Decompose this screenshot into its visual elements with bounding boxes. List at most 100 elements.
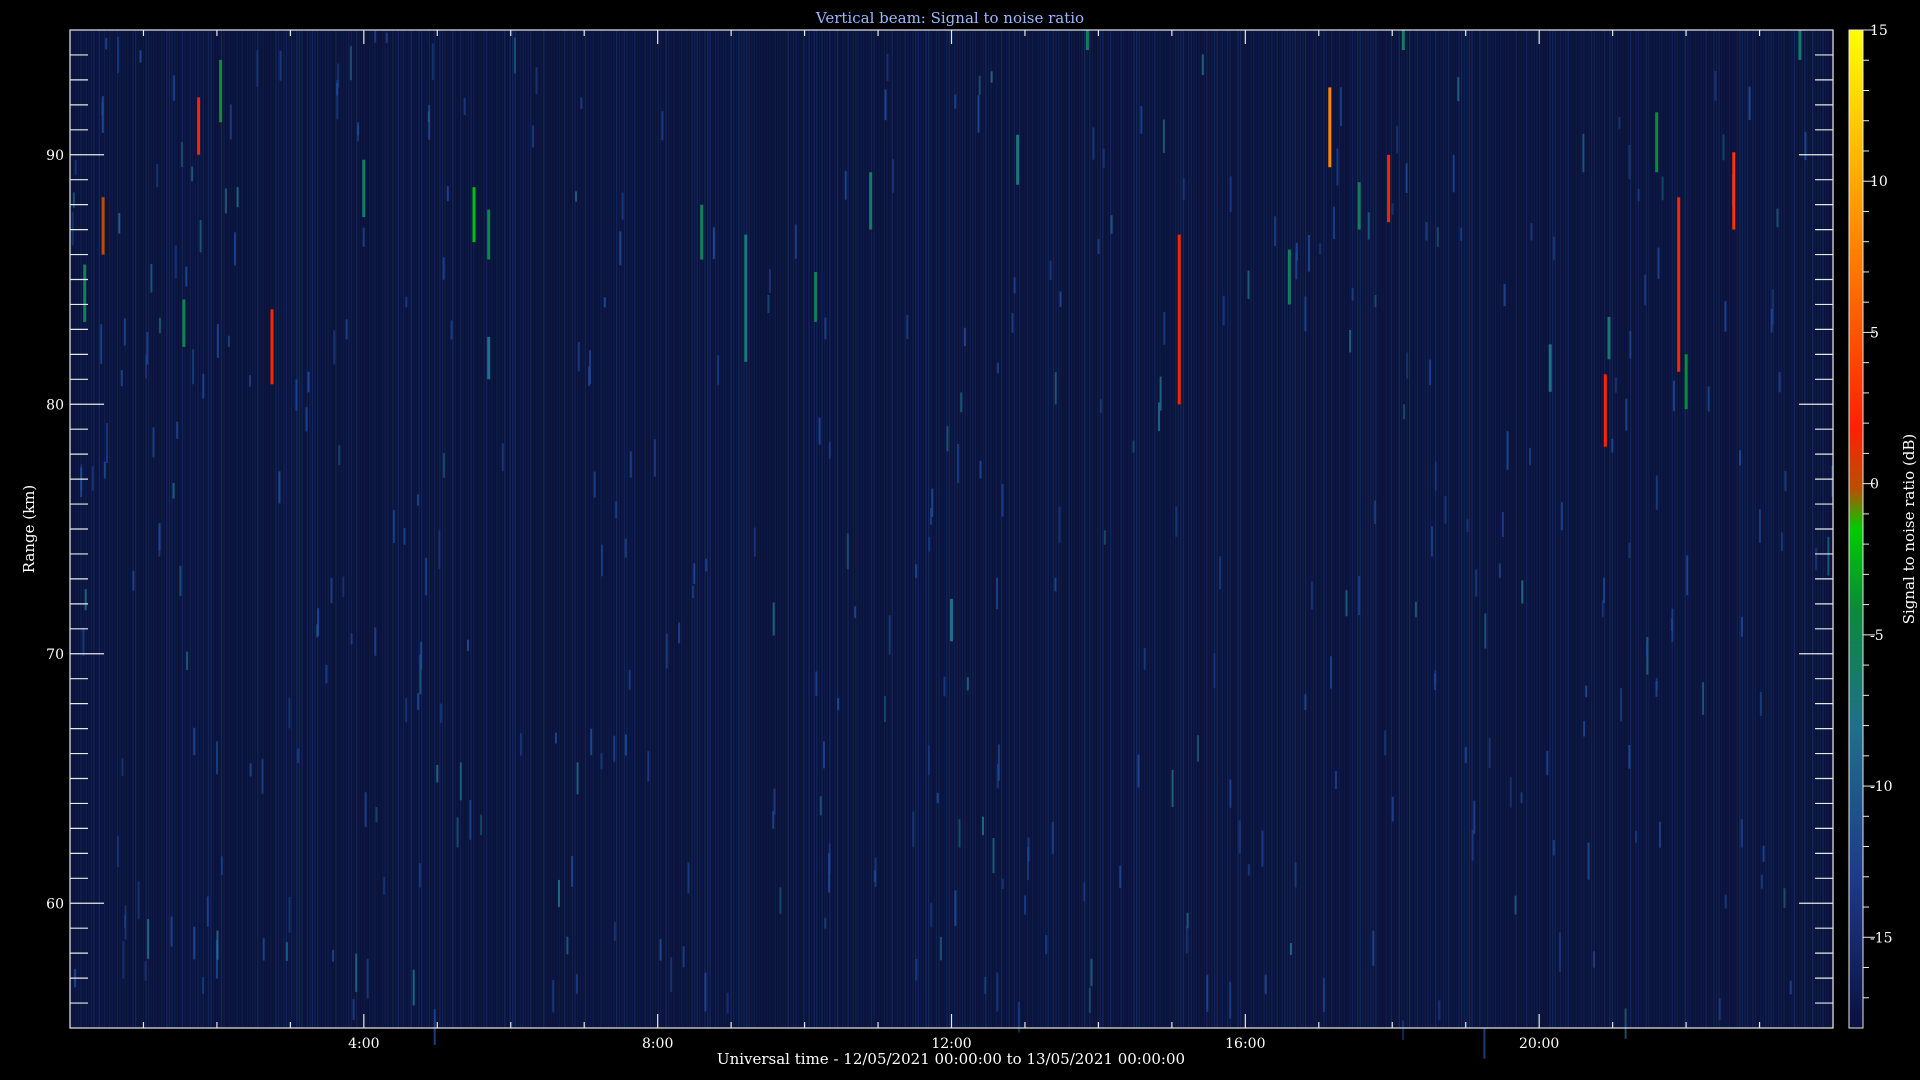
noise-stripe [135,30,137,1028]
noise-speck [726,992,729,1014]
noise-speck [100,324,103,364]
noise-speck [624,734,627,756]
noise-stripe [174,30,176,1028]
noise-speck [186,651,189,670]
noise-speck [659,939,662,961]
noise-stripe [1362,30,1364,1028]
noise-speck [1182,178,1185,201]
noise-stripe [1643,30,1645,1028]
noise-stripe [881,30,883,1028]
noise-stripe [1549,30,1551,1028]
noise-stripe [587,30,589,1028]
noise-stripe [915,30,917,1028]
noise-speck [1013,277,1016,294]
noise-stripe [1513,30,1515,1028]
noise-stripe [1024,30,1026,1028]
noise-stripe [272,30,275,1028]
noise-stripe [96,30,98,1028]
noise-speck [345,319,348,340]
noise-stripe [249,30,251,1028]
noise-speck [1514,895,1517,915]
noise-stripe [691,30,693,1028]
noise-stripe [356,30,358,1028]
noise-speck [374,30,377,43]
noise-stripe [938,30,940,1028]
noise-stripe [447,30,449,1028]
noise-stripe [1773,30,1775,1028]
noise-stripe [1325,30,1328,1028]
noise-speck [480,814,483,836]
noise-stripe [662,30,665,1028]
colorbar-gradient [1848,29,1864,1029]
noise-stripe [834,30,836,1028]
noise-speck [234,232,236,266]
noise-stripe [717,30,719,1028]
noise-stripe [1341,30,1343,1028]
noise-stripe [1674,30,1676,1028]
noise-stripe [631,30,633,1028]
noise-stripe [1359,30,1361,1028]
noise-speck [1546,750,1549,776]
noise-stripe [909,30,912,1028]
noise-speck [624,538,627,558]
noise-speck [446,186,449,202]
noise-stripe [244,30,246,1028]
noise-speck [1137,754,1140,788]
noise-stripe [1700,30,1702,1028]
noise-speck [589,350,591,385]
x-tick-label: 8:00 [642,1036,673,1052]
noise-stripe [1580,30,1582,1028]
noise-stripe [839,30,841,1028]
noise-speck [954,94,957,109]
noise-stripe [987,30,990,1028]
noise-stripe [379,30,381,1028]
noise-stripe [1749,30,1751,1028]
noise-stripe [584,30,587,1028]
noise-speck [307,371,310,393]
noise-stripe [1507,30,1510,1028]
noise-stripe [166,30,168,1028]
noise-stripe [337,30,340,1028]
noise-speck [513,37,516,74]
noise-stripe [616,30,618,1028]
noise-stripe [1021,30,1023,1028]
noise-stripe [1354,30,1356,1028]
noise-stripe [1484,30,1486,1028]
noise-stripe [257,30,259,1028]
noise-stripe [1422,30,1424,1028]
noise-speck [1670,618,1673,631]
noise-stripe [847,30,849,1028]
noise-stripe [1570,30,1572,1028]
noise-speck [1429,359,1432,386]
noise-stripe [1250,30,1252,1028]
noise-stripe [1039,30,1042,1028]
noise-speck [884,696,886,723]
noise-speck [355,953,358,992]
noise-speck [1434,670,1437,684]
noise-speck [519,733,522,756]
noise-speck [768,269,771,293]
noise-stripe [1536,30,1538,1028]
noise-speck [1483,1027,1486,1059]
noise-stripe [1081,30,1083,1028]
noise-stripe [1224,30,1226,1028]
noise-stripe [454,30,457,1028]
noise-speck [1473,800,1476,834]
noise-speck [374,627,377,656]
noise-stripe [1323,30,1325,1028]
noise-stripe [233,30,236,1028]
noise-speck [1484,613,1487,649]
noise-speck [1054,372,1057,405]
noise-speck [463,97,466,115]
noise-stripe [327,30,329,1028]
noise-speck [176,421,179,439]
noise-stripe [314,30,316,1028]
noise-speck [566,936,569,955]
noise-stripe [228,30,230,1028]
noise-stripe [1006,30,1008,1028]
noise-stripe [1419,30,1421,1028]
noise-speck [152,427,155,458]
noise-speck [1295,242,1298,261]
noise-stripe [694,30,696,1028]
noise-stripe [395,30,397,1028]
